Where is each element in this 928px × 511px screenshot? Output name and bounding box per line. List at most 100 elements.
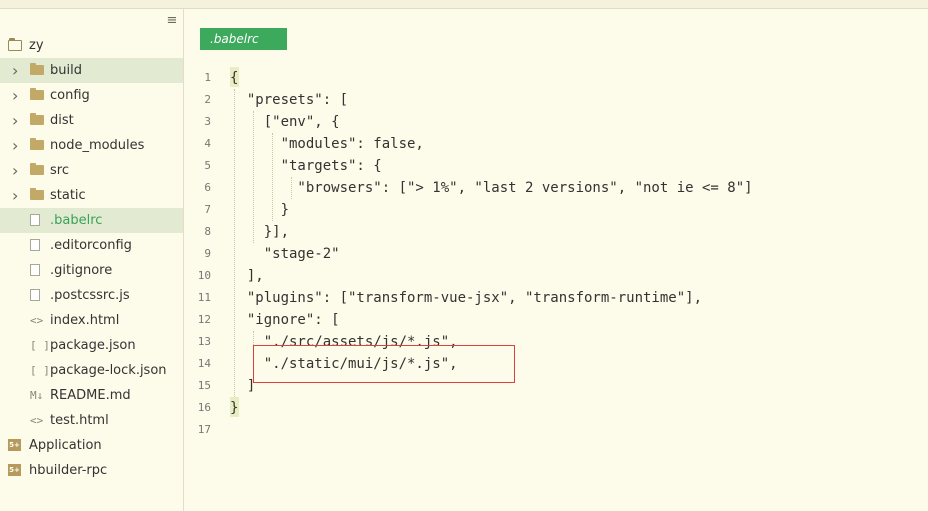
code-line: 17 xyxy=(184,419,928,441)
folder-icon xyxy=(30,113,44,125)
tree-item-index-html[interactable]: <> index.html xyxy=(0,308,183,333)
folder-icon xyxy=(30,188,44,200)
line-number: 1 xyxy=(204,71,211,84)
code-line: 16} xyxy=(184,397,928,419)
file-icon xyxy=(30,264,40,276)
line-text: ] xyxy=(230,378,256,394)
code-line: 2 "presets": [ xyxy=(184,89,928,111)
tree-item-hbuilder-rpc[interactable]: 5+ hbuilder-rpc xyxy=(0,458,183,483)
line-number: 4 xyxy=(204,137,211,150)
tree-item-zy[interactable]: zy xyxy=(0,33,183,58)
tree-item-babelrc[interactable]: .babelrc xyxy=(0,208,183,233)
tree-item-static[interactable]: › static xyxy=(0,183,183,208)
tree-item-gitignore[interactable]: .gitignore xyxy=(0,258,183,283)
file-icon xyxy=(30,214,40,226)
hamburger-menu-icon[interactable]: ≡ xyxy=(164,13,180,29)
line-number: 15 xyxy=(197,379,211,392)
line-number: 12 xyxy=(197,313,211,326)
line-text: ["env", { xyxy=(230,114,340,130)
line-text: } xyxy=(230,400,239,416)
tree-item-label: .gitignore xyxy=(50,263,113,278)
tree-item-readme-md[interactable]: M↓ README.md xyxy=(0,383,183,408)
tree-item-package-json[interactable]: [ ] package.json xyxy=(0,333,183,358)
line-number: 13 xyxy=(197,335,211,348)
line-text: { xyxy=(230,70,239,86)
tree-item-label: .postcssrc.js xyxy=(50,288,130,303)
line-text: "plugins": ["transform-vue-jsx", "transf… xyxy=(230,290,703,306)
tree-item-label: .babelrc xyxy=(50,213,103,228)
tree-item-application[interactable]: 5+ Application xyxy=(0,433,183,458)
chevron-right-icon[interactable]: › xyxy=(12,108,22,133)
line-number: 11 xyxy=(197,291,211,304)
line-number: 16 xyxy=(197,401,211,414)
tree-item-package-lock-json[interactable]: [ ] package-lock.json xyxy=(0,358,183,383)
tree-item-label: zy xyxy=(29,38,44,53)
tree-item-test-html[interactable]: <> test.html xyxy=(0,408,183,433)
chevron-right-icon[interactable]: › xyxy=(12,183,22,208)
tree-item-label: config xyxy=(50,88,90,103)
code-line: 4 "modules": false, xyxy=(184,133,928,155)
code-lines: 1{2 "presets": [3 ["env", {4 "modules": … xyxy=(184,67,928,441)
code-line: 5 "targets": { xyxy=(184,155,928,177)
line-text: "browsers": ["> 1%", "last 2 versions", … xyxy=(230,180,753,196)
line-number: 2 xyxy=(204,93,211,106)
code-line: 9 "stage-2" xyxy=(184,243,928,265)
line-text: } xyxy=(230,202,290,218)
tree-item-node-modules[interactable]: › node_modules xyxy=(0,133,183,158)
code-line: 12 "ignore": [ xyxy=(184,309,928,331)
code-line: 10 ], xyxy=(184,265,928,287)
tree-item-label: Application xyxy=(29,438,102,453)
html5-project-icon: 5+ xyxy=(8,464,21,476)
line-number: 9 xyxy=(204,247,211,260)
tree-item-label: static xyxy=(50,188,86,203)
json-file-icon: [ ] xyxy=(30,364,50,377)
chevron-right-icon[interactable]: › xyxy=(12,133,22,158)
html5-project-icon: 5+ xyxy=(8,439,21,451)
line-text: "ignore": [ xyxy=(230,312,340,328)
tree-item-postcssrc-js[interactable]: .postcssrc.js xyxy=(0,283,183,308)
tree-item-build[interactable]: › build xyxy=(0,58,183,83)
folder-icon xyxy=(30,138,44,150)
line-text: }], xyxy=(230,224,290,240)
chevron-right-icon[interactable]: › xyxy=(12,58,22,83)
tree-item-label: package.json xyxy=(50,338,136,353)
code-line: 11 "plugins": ["transform-vue-jsx", "tra… xyxy=(184,287,928,309)
line-number: 8 xyxy=(204,225,211,238)
tree-item-src[interactable]: › src xyxy=(0,158,183,183)
code-line: 3 ["env", { xyxy=(184,111,928,133)
tree-item-editorconfig[interactable]: .editorconfig xyxy=(0,233,183,258)
code-line: 1{ xyxy=(184,67,928,89)
project-explorer: ≡ zy › build › config › dist › node_modules › src ›… xyxy=(0,9,184,511)
code-line: 6 "browsers": ["> 1%", "last 2 versions"… xyxy=(184,177,928,199)
line-text: "targets": { xyxy=(230,158,382,174)
tree-item-label: node_modules xyxy=(50,138,145,153)
file-icon xyxy=(30,289,40,301)
line-number: 14 xyxy=(197,357,211,370)
tree-item-label: test.html xyxy=(50,413,109,428)
folder-icon xyxy=(30,88,44,100)
tree-item-label: build xyxy=(50,63,82,78)
line-text: "stage-2" xyxy=(230,246,340,262)
code-editor[interactable]: .babelrc 1{2 "presets": [3 ["env", {4 "m… xyxy=(184,9,928,511)
folder-icon xyxy=(30,163,44,175)
line-text: ], xyxy=(230,268,264,284)
file-tree: zy › build › config › dist › node_modules › src › st… xyxy=(0,33,183,483)
tree-item-label: src xyxy=(50,163,69,178)
tab-babelrc[interactable]: .babelrc xyxy=(200,28,287,50)
tree-item-dist[interactable]: › dist xyxy=(0,108,183,133)
tree-item-label: package-lock.json xyxy=(50,363,167,378)
chevron-right-icon[interactable]: › xyxy=(12,83,22,108)
top-toolbar xyxy=(0,0,928,9)
tree-item-label: README.md xyxy=(50,388,131,403)
tab-label: .babelrc xyxy=(210,32,259,46)
tree-item-label: dist xyxy=(50,113,74,128)
folder-icon xyxy=(30,63,44,75)
line-number: 17 xyxy=(197,423,211,436)
line-number: 5 xyxy=(204,159,211,172)
line-text: "modules": false, xyxy=(230,136,424,152)
chevron-right-icon[interactable]: › xyxy=(12,158,22,183)
markdown-file-icon: M↓ xyxy=(30,389,44,402)
code-line: 8 }], xyxy=(184,221,928,243)
tree-item-config[interactable]: › config xyxy=(0,83,183,108)
project-folder-icon xyxy=(8,38,22,51)
